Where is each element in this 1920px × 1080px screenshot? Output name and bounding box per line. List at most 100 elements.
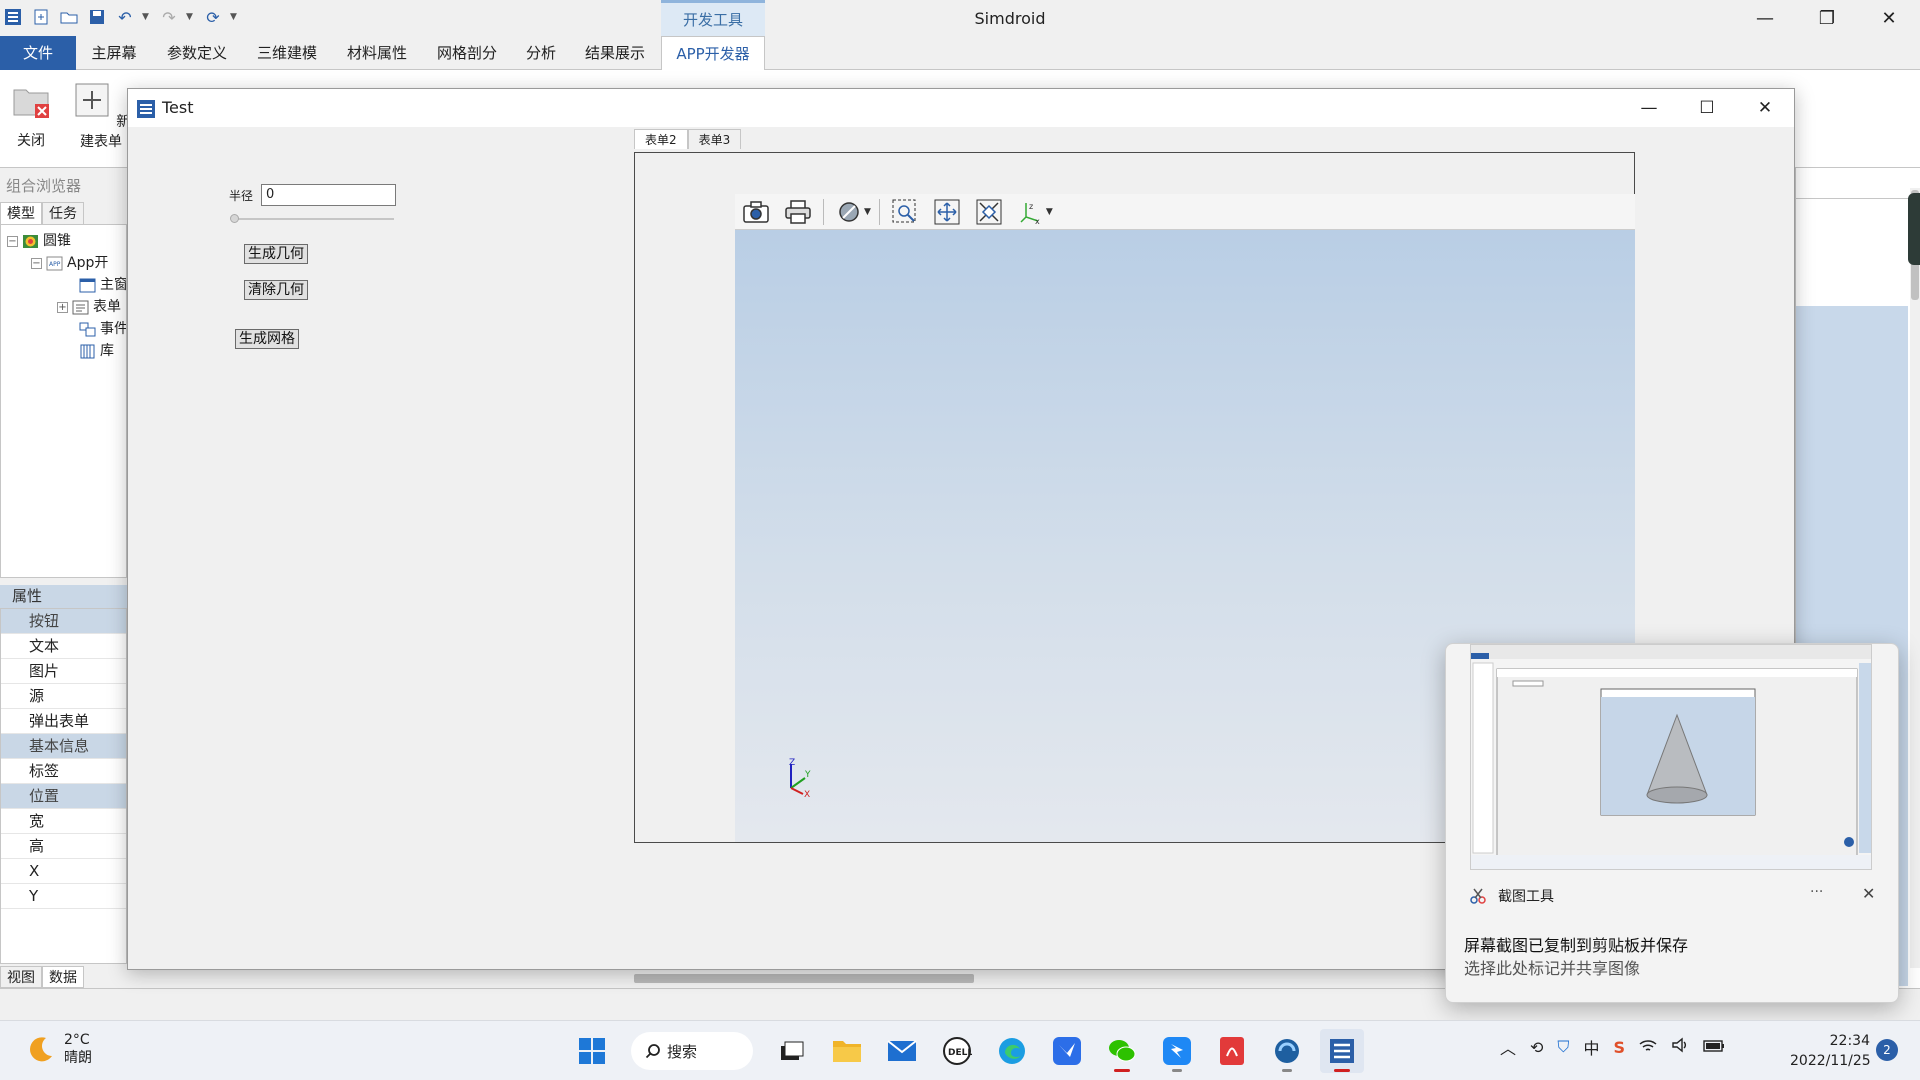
radius-input[interactable]: 0: [261, 184, 396, 206]
simdroid-taskbar-icon[interactable]: [1320, 1029, 1364, 1073]
save-icon[interactable]: [86, 6, 108, 28]
restore-button[interactable]: ❐: [1796, 0, 1858, 36]
tree-node-events[interactable]: 事件: [79, 319, 126, 339]
undo-icon[interactable]: ↶: [114, 6, 136, 28]
volume-icon[interactable]: [1671, 1037, 1689, 1057]
property-row[interactable]: 图片: [1, 659, 126, 684]
open-folder-icon[interactable]: [58, 6, 80, 28]
tab-view[interactable]: 视图: [0, 966, 42, 988]
tree-node-main-window[interactable]: 主窗: [79, 275, 126, 295]
expand-icon[interactable]: +: [57, 301, 68, 313]
battery-icon[interactable]: [1703, 1038, 1725, 1057]
feishu-icon[interactable]: [1045, 1029, 1089, 1073]
property-row[interactable]: 弹出表单: [1, 709, 126, 734]
mail-icon[interactable]: [880, 1029, 924, 1073]
property-row[interactable]: Y: [1, 884, 126, 909]
tree-node-library[interactable]: 库: [79, 341, 114, 361]
dialog-maximize-button[interactable]: ☐: [1678, 89, 1736, 127]
chevron-up-icon[interactable]: ︿: [1500, 1035, 1516, 1059]
task-view-icon[interactable]: [770, 1029, 814, 1073]
sync-icon[interactable]: ⟲: [1530, 1038, 1543, 1057]
wechat-icon[interactable]: [1100, 1029, 1144, 1073]
property-category[interactable]: 按钮: [1, 609, 126, 634]
dialog-close-button[interactable]: ✕: [1736, 89, 1794, 127]
tab-analysis[interactable]: 分析: [520, 36, 562, 70]
screenshot-preview[interactable]: [1470, 644, 1872, 870]
wifi-icon[interactable]: [1639, 1038, 1657, 1057]
tab-data[interactable]: 数据: [42, 966, 84, 988]
new-file-icon[interactable]: [30, 6, 52, 28]
zoom-box-icon[interactable]: [888, 197, 922, 227]
tab-file[interactable]: 文件: [0, 36, 76, 70]
taskbar-search[interactable]: 搜索: [631, 1032, 753, 1070]
shield-icon[interactable]: ⛉: [1557, 1037, 1569, 1057]
pdf-reader-icon[interactable]: [1210, 1029, 1254, 1073]
tab-app-developer[interactable]: APP开发器: [661, 36, 765, 71]
property-row[interactable]: 标签: [1, 759, 126, 784]
refresh-icon[interactable]: ⟳: [202, 6, 224, 28]
tab-3d-modeling[interactable]: 三维建模: [250, 36, 324, 70]
collapse-icon[interactable]: −: [31, 257, 42, 269]
notification-badge[interactable]: 2: [1876, 1039, 1898, 1061]
undo-dropdown-icon[interactable]: ▼: [142, 12, 152, 22]
file-explorer-icon[interactable]: [825, 1029, 869, 1073]
property-row[interactable]: 文本: [1, 634, 126, 659]
vertical-scrollbar[interactable]: [1910, 188, 1920, 968]
tree-node-app[interactable]: − APP App开: [31, 253, 108, 273]
side-handle[interactable]: [1908, 193, 1920, 265]
radius-slider-handle[interactable]: [230, 214, 239, 223]
customize-qat-icon[interactable]: ▼: [230, 12, 240, 22]
pan-icon[interactable]: [930, 197, 964, 227]
notification-close-button[interactable]: ✕: [1862, 884, 1875, 903]
print-icon[interactable]: [781, 197, 815, 227]
minimize-button[interactable]: —: [1734, 0, 1796, 36]
snipping-notification[interactable]: 截图工具 ··· ✕ 屏幕截图已复制到剪贴板并保存 选择此处标记并共享图像: [1445, 643, 1899, 1003]
tab-form3[interactable]: 表单3: [687, 129, 742, 149]
axes-icon[interactable]: zx: [1014, 197, 1048, 227]
property-category[interactable]: 基本信息: [1, 734, 126, 759]
tab-task[interactable]: 任务: [42, 202, 84, 224]
property-category[interactable]: 位置: [1, 784, 126, 809]
property-row[interactable]: 源: [1, 684, 126, 709]
scrollbar-thumb[interactable]: [634, 974, 974, 983]
redo-dropdown-icon[interactable]: ▼: [186, 12, 196, 22]
generate-mesh-button[interactable]: 生成网格: [235, 329, 299, 349]
app-swirl-icon[interactable]: [1265, 1029, 1309, 1073]
dell-icon[interactable]: DELL: [935, 1029, 979, 1073]
dropdown-arrow-icon[interactable]: ▼: [864, 207, 871, 217]
edge-browser-icon[interactable]: [990, 1029, 1034, 1073]
weather-widget[interactable]: 2°C 晴朗: [26, 1031, 92, 1067]
clock[interactable]: 22:34 2022/11/25: [1790, 1031, 1871, 1071]
property-row[interactable]: 高: [1, 834, 126, 859]
more-options-button[interactable]: ···: [1810, 884, 1823, 900]
tab-home[interactable]: 主屏幕: [84, 36, 144, 70]
app-logo-icon[interactable]: [2, 6, 24, 28]
collapse-icon[interactable]: −: [7, 235, 18, 247]
property-row[interactable]: 宽: [1, 809, 126, 834]
dingtalk-icon[interactable]: [1155, 1029, 1199, 1073]
close-app-button[interactable]: 关闭: [10, 80, 52, 150]
close-button[interactable]: ✕: [1858, 0, 1920, 36]
tree-node-cone[interactable]: − 圆锥: [7, 231, 71, 251]
input-method-indicator[interactable]: 中: [1583, 1035, 1599, 1059]
tree-node-forms[interactable]: + 表单: [57, 297, 121, 317]
clear-geometry-button[interactable]: 清除几何: [244, 280, 308, 300]
camera-icon[interactable]: [739, 197, 773, 227]
new-form-button[interactable]: 新建表单: [70, 80, 132, 151]
tab-materials[interactable]: 材料属性: [340, 36, 414, 70]
tab-results[interactable]: 结果展示: [578, 36, 652, 70]
fit-all-icon[interactable]: [972, 197, 1006, 227]
radius-slider[interactable]: [232, 218, 394, 220]
tab-form2[interactable]: 表单2: [634, 129, 688, 149]
generate-geometry-button[interactable]: 生成几何: [244, 244, 308, 264]
tab-meshing[interactable]: 网格剖分: [430, 36, 504, 70]
property-row[interactable]: X: [1, 859, 126, 884]
tab-parameters[interactable]: 参数定义: [160, 36, 234, 70]
dialog-minimize-button[interactable]: —: [1620, 89, 1678, 127]
dropdown-arrow-icon[interactable]: ▼: [1046, 207, 1053, 217]
no-symbol-icon[interactable]: [832, 197, 866, 227]
start-icon[interactable]: [570, 1029, 614, 1073]
tab-model[interactable]: 模型: [0, 202, 42, 224]
sogou-icon[interactable]: S: [1613, 1038, 1625, 1057]
redo-icon[interactable]: ↷: [158, 6, 180, 28]
